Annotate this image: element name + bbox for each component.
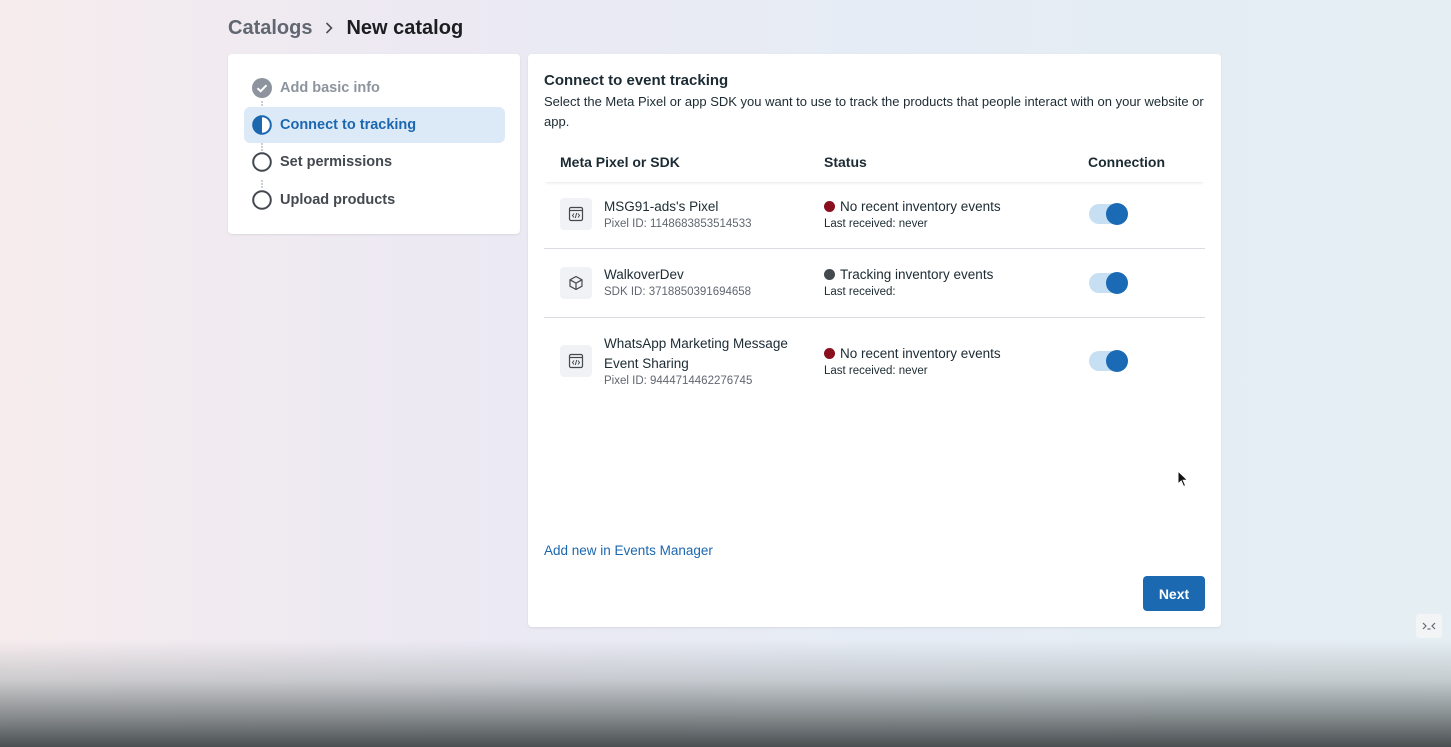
code-window-icon xyxy=(560,198,592,230)
pixel-name: MSG91-ads's Pixel xyxy=(604,199,719,214)
add-new-events-manager-link[interactable]: Add new in Events Manager xyxy=(544,543,713,558)
status-text: No recent inventory events xyxy=(824,346,1001,361)
collapse-panel-icon[interactable] xyxy=(1416,614,1442,638)
table-row: MSG91-ads's Pixel Pixel ID: 114868385351… xyxy=(544,184,1205,249)
mouse-cursor-icon xyxy=(1177,469,1189,493)
chevron-right-icon xyxy=(322,21,336,35)
toggle-knob xyxy=(1106,272,1128,294)
step-connect-to-tracking[interactable]: Connect to tracking xyxy=(244,107,505,143)
half-circle-progress-icon xyxy=(252,115,272,135)
toggle-knob xyxy=(1106,350,1128,372)
step-add-basic-info[interactable]: Add basic info xyxy=(244,70,505,106)
last-received: Last received: never xyxy=(824,365,928,377)
status-text: Tracking inventory events xyxy=(824,267,993,282)
status-dot-icon xyxy=(824,269,835,280)
step-label: Upload products xyxy=(280,192,396,208)
status-label: No recent inventory events xyxy=(840,199,1001,214)
card-description: Select the Meta Pixel or app SDK you wan… xyxy=(544,94,1204,129)
toggle-knob xyxy=(1106,203,1128,225)
step-label: Set permissions xyxy=(280,154,393,170)
step-upload-products[interactable]: Upload products xyxy=(244,182,505,218)
status-dot-icon xyxy=(824,201,835,212)
pixel-name: WhatsApp Marketing Message Event Sharing xyxy=(604,336,788,371)
step-label: Add basic info xyxy=(280,80,380,96)
steps-panel: Add basic info Connect to tracking Set p… xyxy=(228,54,520,234)
breadcrumb-catalogs-link[interactable]: Catalogs xyxy=(228,17,312,40)
sdk-id: SDK ID: 3718850391694658 xyxy=(604,286,752,298)
connection-toggle[interactable] xyxy=(1089,272,1128,294)
last-received: Last received: xyxy=(824,286,896,298)
status-text: No recent inventory events xyxy=(824,199,1001,214)
empty-circle-icon xyxy=(252,190,272,210)
column-header-name: Meta Pixel or SDK xyxy=(560,154,680,170)
status-label: Tracking inventory events xyxy=(840,267,994,282)
step-label: Connect to tracking xyxy=(280,117,417,133)
table-header: Meta Pixel or SDK Status Connection xyxy=(544,146,1205,182)
table-row: WalkoverDev SDK ID: 3718850391694658 Tra… xyxy=(544,249,1205,318)
status-label: No recent inventory events xyxy=(840,346,1001,361)
last-received: Last received: never xyxy=(824,218,928,230)
next-button[interactable]: Next xyxy=(1143,576,1205,611)
cube-icon xyxy=(560,267,592,299)
sdk-name: WalkoverDev xyxy=(604,267,684,282)
connection-toggle[interactable] xyxy=(1089,203,1128,225)
connect-tracking-card: Connect to event tracking Select the Met… xyxy=(528,54,1221,627)
code-window-icon xyxy=(560,345,592,377)
page-title: New catalog xyxy=(346,16,464,39)
empty-circle-icon xyxy=(252,152,272,172)
pixel-id: Pixel ID: 9444714462276745 xyxy=(604,375,753,387)
card-title: Connect to event tracking xyxy=(544,72,729,89)
pixel-id: Pixel ID: 1148683853514533 xyxy=(604,218,752,230)
table-row: WhatsApp Marketing Message Event Sharing… xyxy=(544,318,1205,398)
breadcrumb: Catalogs New catalog xyxy=(228,14,463,42)
status-dot-icon xyxy=(824,348,835,359)
column-header-connection: Connection xyxy=(1088,154,1165,170)
connection-toggle[interactable] xyxy=(1089,350,1128,372)
check-circle-icon xyxy=(252,78,272,98)
column-header-status: Status xyxy=(824,154,867,170)
step-set-permissions[interactable]: Set permissions xyxy=(244,144,505,180)
